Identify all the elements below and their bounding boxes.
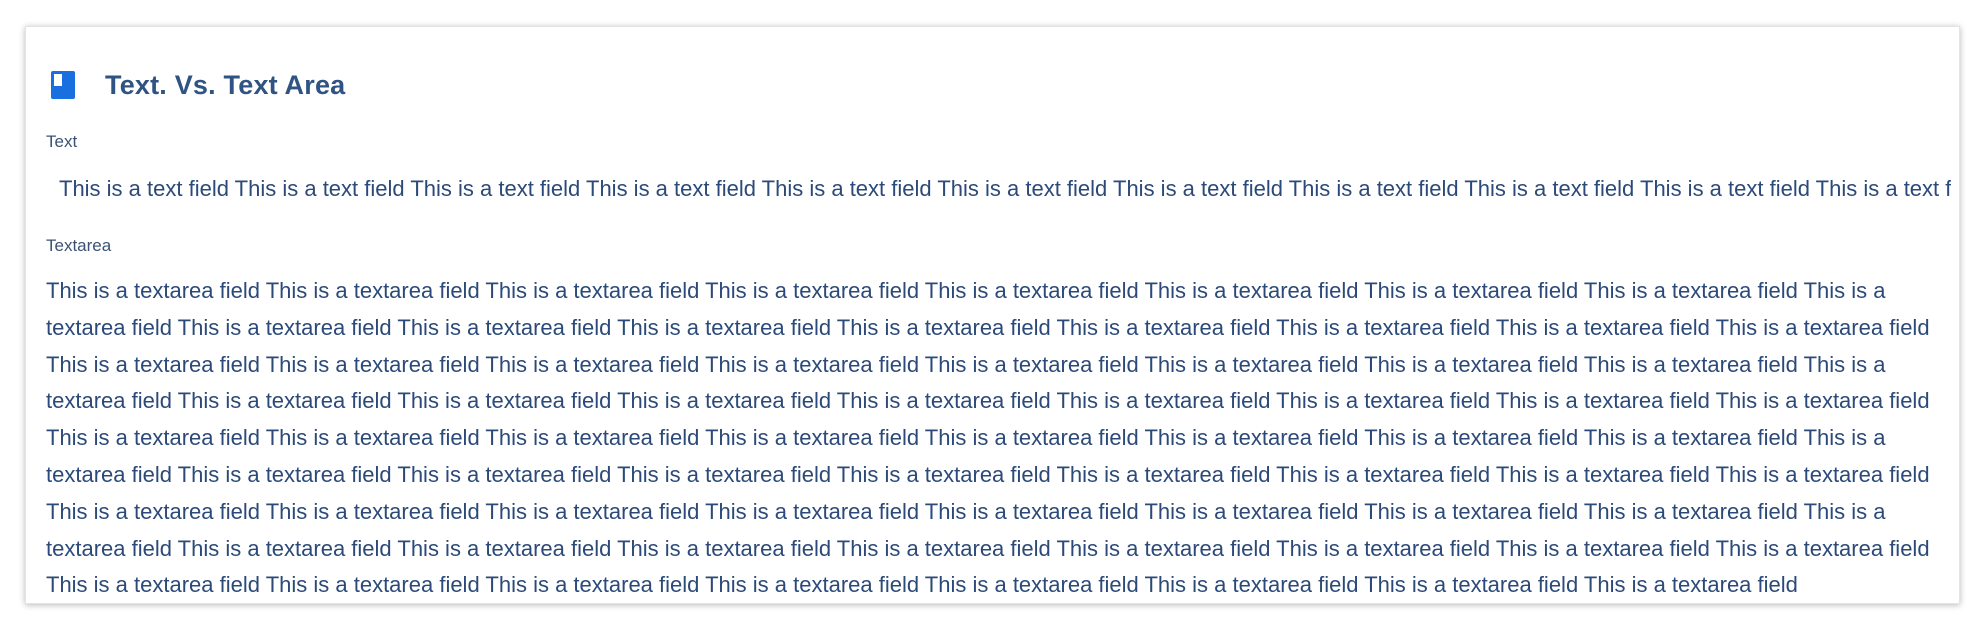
- textarea-field-label: Textarea: [46, 236, 112, 255]
- text-field-label: Text: [46, 132, 78, 151]
- card-title: Text. Vs. Text Area: [105, 69, 346, 100]
- card-header: Text. Vs. Text Area: [51, 65, 345, 105]
- form-card: Text. Vs. Text Area Text Textarea This i…: [25, 26, 1960, 604]
- textarea-field[interactable]: This is a textarea field This is a texta…: [46, 273, 1951, 593]
- text-field[interactable]: [46, 169, 1951, 209]
- bookmark-icon: [51, 71, 75, 99]
